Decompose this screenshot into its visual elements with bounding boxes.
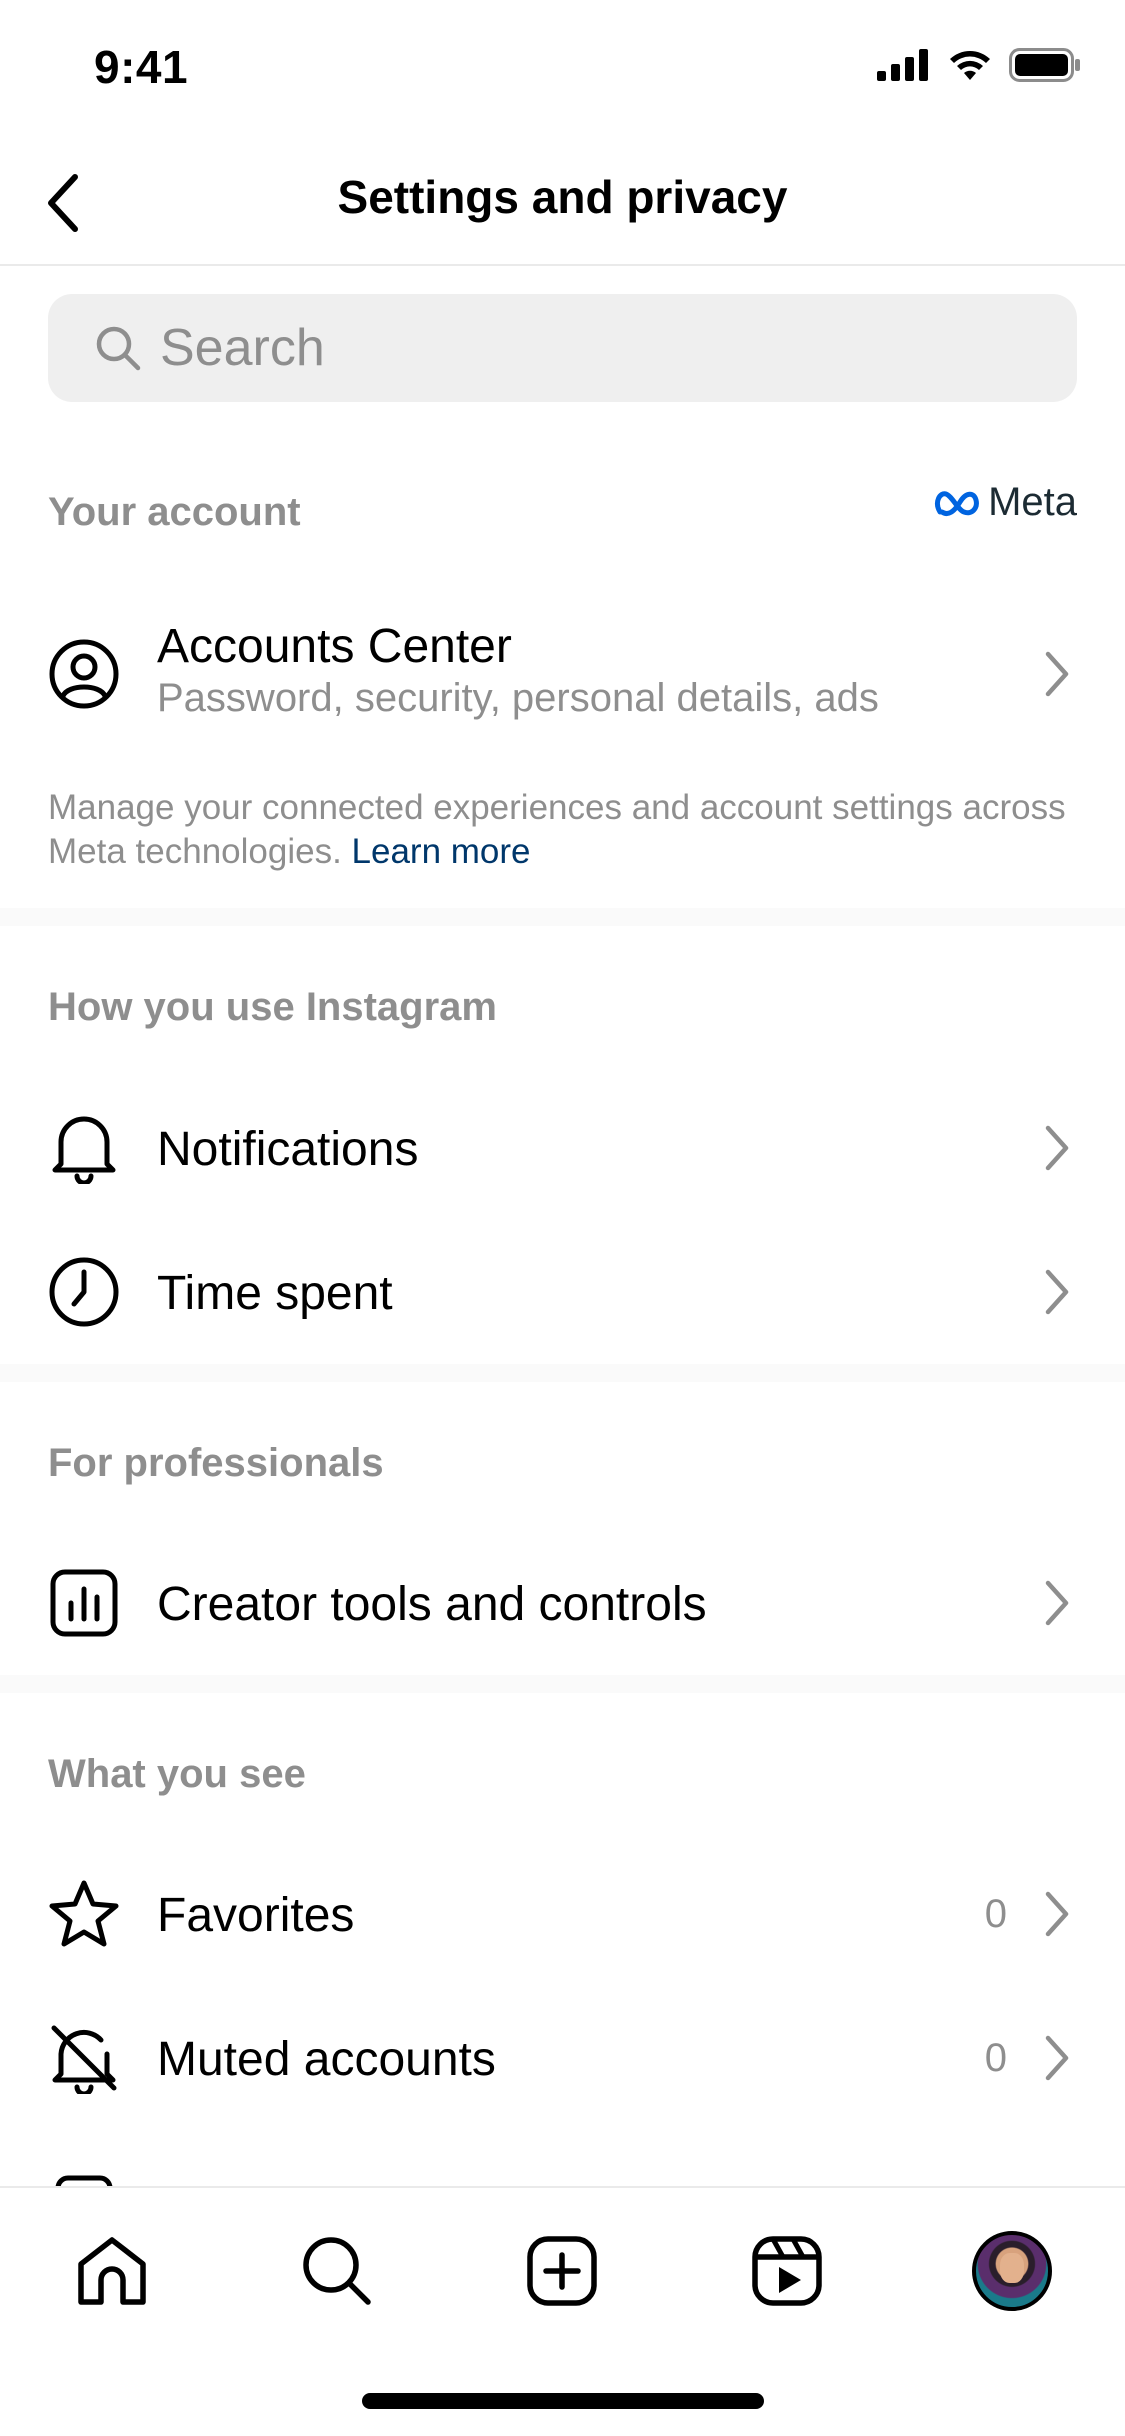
chevron-right-icon bbox=[1037, 1118, 1077, 1178]
cellular-signal-icon bbox=[877, 49, 928, 81]
header: Settings and privacy bbox=[0, 140, 1125, 266]
section-divider bbox=[0, 1364, 1125, 1382]
section-title-what-you-see: What you see bbox=[48, 1752, 306, 1796]
chevron-right-icon bbox=[1037, 1573, 1077, 1633]
meta-brand-text: Meta bbox=[988, 480, 1077, 524]
search-icon bbox=[94, 324, 142, 372]
creator-tools-label: Creator tools and controls bbox=[157, 1578, 707, 1631]
nav-home[interactable] bbox=[67, 2226, 157, 2316]
creator-tools-row[interactable]: Creator tools and controls bbox=[0, 1533, 1125, 1673]
chevron-right-icon bbox=[1037, 1262, 1077, 1322]
section-title-professionals: For professionals bbox=[48, 1441, 384, 1485]
section-title-how-you-use: How you use Instagram bbox=[48, 985, 497, 1029]
bell-icon bbox=[48, 1112, 120, 1184]
status-time: 9:41 bbox=[94, 41, 189, 93]
description-text: Manage your connected experiences and ac… bbox=[48, 788, 1066, 871]
notifications-row[interactable]: Notifications bbox=[0, 1078, 1125, 1218]
clock-icon bbox=[48, 1256, 120, 1328]
wifi-icon bbox=[950, 51, 990, 80]
status-icons bbox=[877, 48, 1081, 82]
nav-reels[interactable] bbox=[742, 2226, 832, 2316]
search-input[interactable] bbox=[160, 318, 1077, 378]
status-bar: 9:41 bbox=[0, 0, 1125, 140]
muted-accounts-count: 0 bbox=[984, 2036, 1007, 2080]
accounts-center-subtitle: Password, security, personal details, ad… bbox=[157, 676, 879, 720]
section-title-your-account: Your account bbox=[48, 490, 301, 534]
favorites-label: Favorites bbox=[157, 1889, 355, 1942]
nav-create[interactable] bbox=[517, 2226, 607, 2316]
accounts-center-label: Accounts Center bbox=[157, 620, 512, 673]
meta-logo: Meta bbox=[934, 480, 1077, 525]
favorites-row[interactable]: Favorites 0 bbox=[0, 1844, 1125, 1984]
section-divider bbox=[0, 908, 1125, 926]
search-icon bbox=[303, 2237, 371, 2305]
meta-infinity-icon bbox=[935, 490, 979, 516]
time-spent-row[interactable]: Time spent bbox=[0, 1222, 1125, 1362]
home-icon bbox=[78, 2237, 146, 2305]
profile-avatar bbox=[972, 2231, 1052, 2311]
page-title: Settings and privacy bbox=[337, 171, 788, 223]
battery-icon bbox=[1009, 48, 1080, 82]
section-divider bbox=[0, 1675, 1125, 1693]
muted-bell-icon bbox=[48, 2022, 120, 2094]
chevron-right-icon bbox=[1037, 644, 1077, 704]
settings-screen: 9:41 Settings and privacy Search Your ac… bbox=[0, 0, 1125, 2436]
account-circle-icon bbox=[48, 638, 120, 710]
bar-chart-icon bbox=[48, 1567, 120, 1639]
accounts-center-row[interactable]: Accounts Center Password, security, pers… bbox=[0, 604, 1125, 744]
nav-profile[interactable] bbox=[967, 2226, 1057, 2316]
home-indicator bbox=[362, 2393, 764, 2409]
reels-icon bbox=[752, 2236, 822, 2306]
chevron-right-icon bbox=[1037, 1884, 1077, 1944]
favorites-count: 0 bbox=[984, 1892, 1007, 1936]
chevron-right-icon bbox=[1037, 2028, 1077, 2088]
star-icon bbox=[48, 1878, 120, 1950]
muted-accounts-label: Muted accounts bbox=[157, 2033, 496, 2086]
learn-more-link[interactable]: Learn more bbox=[352, 832, 531, 871]
muted-accounts-row[interactable]: Muted accounts 0 bbox=[0, 1988, 1125, 2128]
search-bar[interactable] bbox=[48, 294, 1077, 402]
time-spent-label: Time spent bbox=[157, 1267, 393, 1320]
create-icon bbox=[527, 2236, 597, 2306]
nav-search[interactable] bbox=[292, 2226, 382, 2316]
notifications-label: Notifications bbox=[157, 1123, 419, 1176]
accounts-center-description: Manage your connected experiences and ac… bbox=[48, 786, 1088, 874]
